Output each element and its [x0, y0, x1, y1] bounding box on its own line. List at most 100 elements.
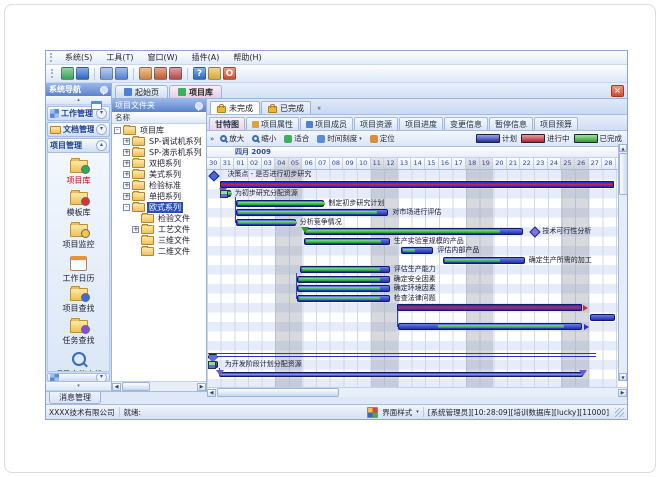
window-icon[interactable]: [100, 67, 113, 80]
timescale-button[interactable]: 时间刻度: [315, 132, 364, 145]
tree-item[interactable]: 三维文件: [112, 235, 206, 246]
zoom-out-button[interactable]: 缩小: [250, 132, 278, 145]
menu-item[interactable]: 帮助(H): [226, 52, 268, 63]
close-icon[interactable]: [611, 85, 624, 97]
chevron-down-icon[interactable]: [96, 124, 107, 135]
tree-expander-icon[interactable]: +: [123, 160, 130, 167]
detail-tab[interactable]: 项目属性: [246, 117, 299, 130]
tree-item[interactable]: +单把系列: [112, 191, 206, 202]
tree-expander-icon[interactable]: +: [123, 138, 130, 145]
sidebar-item[interactable]: 项目库: [48, 156, 109, 188]
plan-bar[interactable]: [219, 372, 583, 377]
task-bar[interactable]: [401, 247, 434, 254]
detail-tab[interactable]: 暂停信息: [489, 117, 533, 130]
sidebar-item[interactable]: 模板库: [48, 188, 109, 220]
scroll-thumb[interactable]: [122, 382, 150, 391]
tree-expander-icon[interactable]: +: [123, 182, 130, 189]
fit-button[interactable]: 适合: [282, 132, 311, 145]
scroll-right-button[interactable]: [618, 389, 627, 397]
tree-item[interactable]: +双把系列: [112, 158, 206, 169]
scroll-thumb[interactable]: [619, 153, 628, 195]
tree-item[interactable]: +SP-调试机系列: [112, 136, 206, 147]
help-icon[interactable]: ?: [193, 67, 206, 80]
pin-icon[interactable]: [100, 86, 108, 94]
tree-item[interactable]: +SP-演示机系列: [112, 147, 206, 158]
filter-tab[interactable]: 已完成: [261, 101, 311, 114]
tree-expander-icon[interactable]: -: [114, 127, 121, 134]
tree-expander-icon[interactable]: +: [123, 193, 130, 200]
resize-grip[interactable]: [615, 408, 624, 417]
scroll-thumb[interactable]: [217, 388, 339, 397]
scroll-left-button[interactable]: [112, 383, 121, 391]
tree-expander-icon[interactable]: +: [123, 149, 130, 156]
task-bar[interactable]: [297, 285, 390, 292]
summary-bar[interactable]: [220, 181, 614, 188]
tree-item[interactable]: -项目库: [112, 125, 206, 136]
sidebar-item[interactable]: 工作日历: [48, 252, 109, 284]
sidebar-panel-project[interactable]: 项目管理: [47, 138, 110, 153]
menu-item[interactable]: 插件(A): [185, 52, 227, 63]
toolbar-overflow-icon[interactable]: [210, 135, 214, 143]
desktop-icon[interactable]: [61, 67, 74, 80]
milestone-diamond[interactable]: [208, 170, 219, 181]
tree-item[interactable]: -欧式系列: [112, 202, 206, 213]
task-group-icon[interactable]: [208, 361, 216, 369]
chart-icon[interactable]: [169, 67, 182, 80]
sidebar-item[interactable]: 项目查找: [48, 284, 109, 316]
tree-item[interactable]: 检验文件: [112, 213, 206, 224]
tree-item[interactable]: +检验标准: [112, 180, 206, 191]
detail-tab[interactable]: 项目预算: [534, 117, 578, 130]
menu-item[interactable]: 系统(S): [58, 52, 99, 63]
tab-起始页[interactable]: 起始页: [115, 85, 168, 98]
lock-icon[interactable]: [208, 67, 221, 80]
filter-tab[interactable]: 未完成: [210, 101, 260, 114]
ui-style-icon[interactable]: [367, 407, 378, 418]
scroll-left-button[interactable]: [207, 389, 216, 397]
tree-item[interactable]: 二维文件: [112, 246, 206, 257]
tree-hscrollbar[interactable]: [112, 381, 206, 391]
task-bar[interactable]: [297, 295, 390, 302]
overflow-chevron-icon[interactable]: [315, 106, 323, 110]
task-bar[interactable]: [398, 323, 582, 330]
pin-icon[interactable]: [195, 102, 203, 110]
task-bar[interactable]: [590, 314, 615, 321]
sidebar-panel-document[interactable]: 文档管理: [47, 122, 110, 137]
detail-tab[interactable]: 项目成员: [300, 117, 353, 130]
globe-icon[interactable]: [76, 67, 89, 80]
sidebar-item[interactable]: 项目监控: [48, 220, 109, 252]
gantt-vscrollbar[interactable]: [618, 144, 627, 381]
chevron-down-icon[interactable]: [96, 373, 107, 382]
menu-item[interactable]: 窗口(W): [140, 52, 184, 63]
tree-item[interactable]: +美式系列: [112, 169, 206, 180]
summary-bar[interactable]: [397, 304, 582, 311]
tree-column-header[interactable]: 名称: [112, 112, 206, 124]
locate-button[interactable]: 定位: [368, 132, 397, 145]
scroll-down-button[interactable]: [619, 373, 627, 381]
tree-expander-icon[interactable]: -: [123, 204, 130, 211]
task-bar[interactable]: [304, 228, 523, 235]
detail-tab[interactable]: 项目进度: [399, 117, 443, 130]
report-icon[interactable]: [154, 67, 167, 80]
detail-tab[interactable]: 甘特图: [209, 117, 245, 130]
detail-tab[interactable]: 变更信息: [444, 117, 488, 130]
task-group-icon[interactable]: [220, 190, 228, 198]
scroll-up-button[interactable]: [619, 144, 627, 152]
tab-项目库[interactable]: 项目库: [169, 85, 222, 98]
folder-window-icon[interactable]: [115, 67, 128, 80]
zoom-in-button[interactable]: 放大: [218, 132, 246, 145]
tab-message-management[interactable]: 消息管理: [49, 392, 101, 404]
task-bar[interactable]: [236, 219, 296, 226]
task-bar[interactable]: [236, 200, 325, 207]
tree-expander-icon[interactable]: +: [123, 171, 130, 178]
ui-style-button[interactable]: 界面样式: [382, 407, 412, 418]
task-bar[interactable]: [236, 209, 389, 216]
sidebar-item[interactable]: 任务查找: [48, 316, 109, 348]
sidebar-panel-cut[interactable]: [47, 373, 110, 382]
detail-tab[interactable]: 项目资源: [354, 117, 398, 130]
dropdown-arrow-icon[interactable]: [416, 409, 419, 415]
task-bar[interactable]: [297, 276, 390, 283]
dropdown-arrow-icon[interactable]: [359, 136, 362, 142]
gantt-hscrollbar[interactable]: [207, 387, 627, 397]
schedule-icon[interactable]: [139, 67, 152, 80]
tree-item[interactable]: +工艺文件: [112, 224, 206, 235]
